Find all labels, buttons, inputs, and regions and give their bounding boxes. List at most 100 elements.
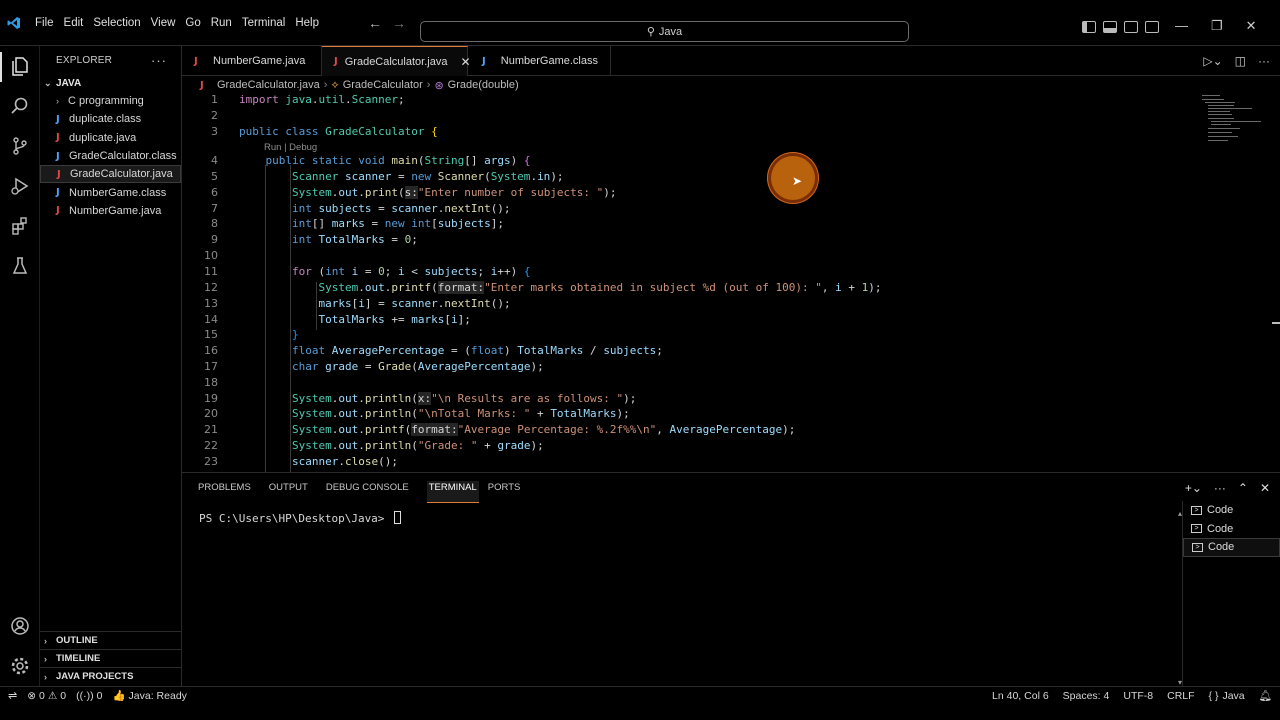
breadcrumb-class[interactable]: GradeCalculator: [343, 79, 423, 91]
new-terminal-icon[interactable]: +⌄: [1185, 481, 1202, 495]
window-controls: — ❐ ✕: [1175, 18, 1257, 34]
tree-file-duplicate-class[interactable]: J duplicate.class: [40, 110, 181, 128]
code-line: 11 for (int i = 0; i < subjects; i++) {: [204, 265, 531, 278]
navigation-arrows: ← →: [368, 0, 406, 46]
java-class-file-icon: J: [56, 187, 60, 199]
outline-section[interactable]: › OUTLINE: [40, 631, 182, 649]
breadcrumb-file[interactable]: GradeCalculator.java: [217, 79, 320, 91]
menu-file[interactable]: File: [30, 0, 59, 46]
forward-arrow-icon[interactable]: →: [392, 15, 406, 31]
tab-numbergame-java[interactable]: J NumberGame.java: [182, 46, 322, 76]
code-line: 1 import java.util.Scanner;: [211, 93, 405, 106]
chevron-right-icon: ›: [426, 79, 431, 91]
more-actions-icon[interactable]: ···: [151, 53, 167, 68]
tab-gradecalculator-java[interactable]: J GradeCalculator.java ✕: [322, 46, 471, 76]
toggle-sidebar-icon[interactable]: [1082, 21, 1096, 33]
encoding[interactable]: UTF-8: [1123, 690, 1153, 702]
terminal-cursor: [394, 511, 402, 524]
tab-output[interactable]: OUTPUT: [269, 481, 317, 503]
notifications-bell-icon[interactable]: 🔔︎: [1259, 689, 1272, 702]
menu-view[interactable]: View: [146, 0, 181, 46]
terminal-output[interactable]: PS C:\Users\HP\Desktop\Java>: [199, 511, 402, 525]
mouse-pointer-icon: ➤: [792, 174, 803, 188]
tree-file-gradecalculator-java[interactable]: J GradeCalculator.java: [40, 165, 181, 184]
panel-tabs: PROBLEMS OUTPUT DEBUG CONSOLE TERMINAL P…: [198, 481, 538, 503]
code-line: 2: [211, 109, 218, 122]
remote-icon[interactable]: ⇌: [8, 689, 17, 702]
code-line: 8 int[] marks = new int[subjects];: [211, 217, 504, 230]
command-center-label: Java: [658, 25, 683, 38]
terminal-icon: >: [1192, 542, 1203, 552]
restore-icon[interactable]: ❐: [1211, 18, 1223, 34]
end-of-line[interactable]: CRLF: [1167, 690, 1194, 702]
java-file-icon: J: [57, 168, 61, 180]
tab-label: NumberGame.java: [213, 55, 306, 67]
tab-terminal[interactable]: TERMINAL: [426, 481, 479, 503]
code-line: 19 System.out.println(x:"\n Results are …: [204, 392, 637, 405]
split-editor-icon[interactable]: ◫: [1235, 54, 1246, 68]
menu-help[interactable]: Help: [290, 0, 324, 46]
breadcrumb-method[interactable]: Grade(double): [448, 79, 519, 91]
menu-selection[interactable]: Selection: [88, 0, 145, 46]
tree-item-label: GradeCalculator.class: [69, 150, 177, 163]
accounts-icon[interactable]: [8, 614, 32, 638]
code-line: 3 public class GradeCalculator {: [211, 125, 438, 138]
tree-file-numbergame-class[interactable]: J NumberGame.class: [40, 183, 181, 201]
code-line: 17 char grade = Grade(AveragePercentage)…: [204, 360, 544, 373]
maximize-panel-icon[interactable]: ⌃: [1238, 481, 1248, 495]
explorer-title: EXPLORER: [56, 54, 113, 66]
tree-file-numbergame-java[interactable]: J NumberGame.java: [40, 202, 181, 220]
tree-folder-c-programming[interactable]: › C programming: [40, 92, 181, 110]
toggle-panel-icon[interactable]: [1103, 21, 1117, 33]
explorer-files-icon[interactable]: [8, 54, 32, 78]
back-arrow-icon[interactable]: ←: [368, 15, 382, 31]
terminal-instance[interactable]: > Code: [1183, 501, 1280, 520]
more-actions-icon[interactable]: ···: [1214, 481, 1226, 495]
section-label: JAVA PROJECTS: [56, 671, 134, 682]
menu-run[interactable]: Run: [206, 0, 237, 46]
run-debug-icon[interactable]: [8, 174, 32, 198]
search-icon[interactable]: [8, 94, 32, 118]
minimap[interactable]: [1196, 93, 1266, 153]
tab-label: GradeCalculator.java: [344, 55, 448, 68]
language-mode[interactable]: { } Java: [1209, 690, 1245, 702]
terminal-instance[interactable]: > Code: [1183, 520, 1280, 539]
code-editor[interactable]: Run | Debug 1 import java.util.Scanner; 2…: [182, 93, 1280, 472]
close-window-icon[interactable]: ✕: [1246, 18, 1257, 34]
codelens-run-debug[interactable]: Run | Debug: [264, 142, 317, 153]
menu-go[interactable]: Go: [180, 0, 205, 46]
code-line: 16 float AveragePercentage = (float) Tot…: [204, 344, 663, 357]
tree-file-duplicate-java[interactable]: J duplicate.java: [40, 129, 181, 147]
problems-status[interactable]: ⊗ 0 ⚠ 0: [27, 690, 66, 702]
testing-flask-icon[interactable]: [8, 254, 32, 278]
customize-layout-icon[interactable]: [1145, 21, 1159, 33]
scrollbar-position-marker[interactable]: [1272, 322, 1280, 324]
terminal-instance-active[interactable]: > Code: [1183, 538, 1280, 557]
java-projects-section[interactable]: › JAVA PROJECTS: [40, 667, 182, 685]
java-status[interactable]: 👍 Java: Ready: [112, 689, 186, 703]
close-panel-icon[interactable]: ✕: [1260, 481, 1270, 495]
ports-status[interactable]: ((·)) 0: [76, 690, 102, 702]
tab-ports[interactable]: PORTS: [488, 481, 530, 503]
indentation[interactable]: Spaces: 4: [1063, 690, 1110, 702]
workspace-folder-header[interactable]: ⌄ JAVA: [40, 74, 181, 92]
source-control-icon[interactable]: [8, 134, 32, 158]
menu-terminal[interactable]: Terminal: [237, 0, 290, 46]
minimize-icon[interactable]: —: [1175, 18, 1188, 34]
tab-debug-console[interactable]: DEBUG CONSOLE: [326, 481, 418, 503]
settings-gear-icon[interactable]: [8, 654, 32, 678]
extensions-icon[interactable]: [8, 214, 32, 238]
terminal-instances-list: > Code > Code > Code: [1182, 501, 1280, 687]
run-file-icon[interactable]: ▷⌄: [1203, 54, 1222, 68]
menu-bar: File Edit Selection View Go Run Terminal…: [30, 0, 324, 46]
tab-numbergame-class[interactable]: J NumberGame.class: [468, 46, 611, 76]
tab-problems[interactable]: PROBLEMS: [198, 481, 260, 503]
menu-edit[interactable]: Edit: [59, 0, 89, 46]
code-line: 22 System.out.println("Grade: " + grade)…: [204, 439, 544, 452]
command-center-search[interactable]: ⚲ Java: [420, 21, 909, 42]
tree-file-gradecalculator-class[interactable]: J GradeCalculator.class: [40, 147, 181, 165]
timeline-section[interactable]: › TIMELINE: [40, 649, 182, 667]
more-actions-icon[interactable]: ···: [1258, 54, 1270, 68]
cursor-position[interactable]: Ln 40, Col 6: [992, 690, 1049, 702]
toggle-secondary-sidebar-icon[interactable]: [1124, 21, 1138, 33]
